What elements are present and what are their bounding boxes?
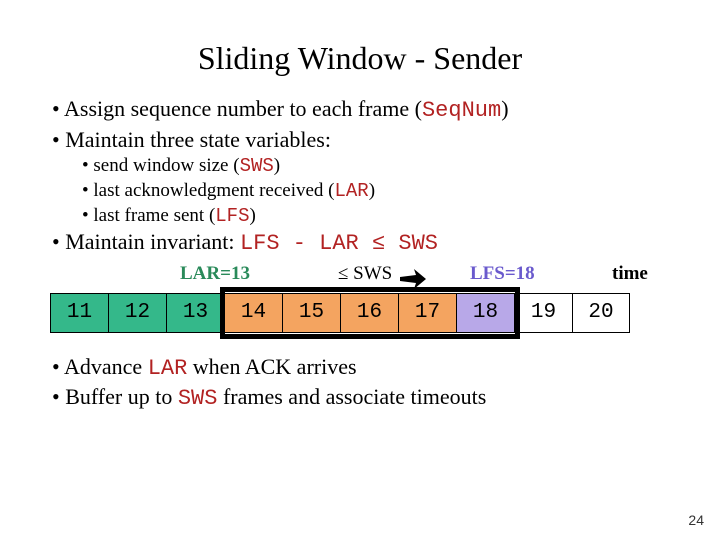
- seq-cell: 18: [456, 293, 514, 333]
- bullet-4-b: when ACK arrives: [187, 354, 356, 379]
- sub-bullet-3: last frame sent (LFS): [100, 204, 690, 229]
- sub-2-b: ): [369, 180, 375, 201]
- seq-cell: 19: [514, 293, 572, 333]
- seq-cell: 14: [224, 293, 282, 333]
- lar-code: LAR: [335, 180, 369, 202]
- arrow-icon: [400, 269, 426, 289]
- bullet-2: Maintain three state variables:: [70, 126, 690, 155]
- sws-code: SWS: [240, 155, 274, 177]
- sliding-window-diagram: LAR=13 ≤ SWS LFS=18 time 11 12 13 14 15 …: [30, 263, 690, 341]
- seq-cell: 17: [398, 293, 456, 333]
- bullet-list-2: Advance LAR when ACK arrives Buffer up t…: [30, 353, 690, 414]
- page-title: Sliding Window - Sender: [30, 40, 690, 77]
- invariant-code: LFS - LAR ≤ SWS: [240, 231, 438, 256]
- bullet-4-a: Advance: [64, 354, 148, 379]
- seq-cell: 11: [50, 293, 108, 333]
- bullet-5-b: frames and associate timeouts: [217, 384, 486, 409]
- sub-1-a: send window size (: [93, 155, 239, 176]
- seq-cell-tail: [630, 293, 688, 333]
- bullet-list: Assign sequence number to each frame (Se…: [30, 95, 690, 259]
- sub-2-a: last acknowledgment received (: [93, 180, 334, 201]
- sub-bullet-1: send window size (SWS): [100, 154, 690, 179]
- lar-code-2: LAR: [148, 356, 188, 381]
- sub-bullet-2: last acknowledgment received (LAR): [100, 179, 690, 204]
- bullet-1: Assign sequence number to each frame (Se…: [70, 95, 690, 126]
- time-label: time: [612, 263, 648, 285]
- seq-cell: 13: [166, 293, 224, 333]
- sub-3-b: ): [250, 205, 256, 226]
- seq-cell: 16: [340, 293, 398, 333]
- seq-cell: 15: [282, 293, 340, 333]
- sub-3-a: last frame sent (: [93, 205, 215, 226]
- bullet-4: Advance LAR when ACK arrives: [70, 353, 690, 384]
- bullet-5: Buffer up to SWS frames and associate ti…: [70, 383, 690, 414]
- bullet-1-text-a: Assign sequence number to each frame (: [64, 96, 422, 121]
- sws-code-2: SWS: [178, 386, 218, 411]
- page-number: 24: [688, 512, 704, 528]
- seq-cell: 20: [572, 293, 630, 333]
- bullet-1-text-b: ): [501, 96, 508, 121]
- bullet-3-a: Maintain invariant:: [65, 229, 240, 254]
- seqnum-code: SeqNum: [422, 98, 501, 123]
- sub-1-b: ): [274, 155, 280, 176]
- sws-label: ≤ SWS: [338, 263, 392, 285]
- seq-cell: 12: [108, 293, 166, 333]
- lfs-label: LFS=18: [470, 263, 535, 285]
- bullet-5-a: Buffer up to: [65, 384, 178, 409]
- sequence-cells: 11 12 13 14 15 16 17 18 19 20: [50, 293, 688, 333]
- lar-label: LAR=13: [180, 263, 250, 285]
- lfs-code: LFS: [215, 205, 249, 227]
- bullet-3: Maintain invariant: LFS - LAR ≤ SWS: [70, 228, 690, 259]
